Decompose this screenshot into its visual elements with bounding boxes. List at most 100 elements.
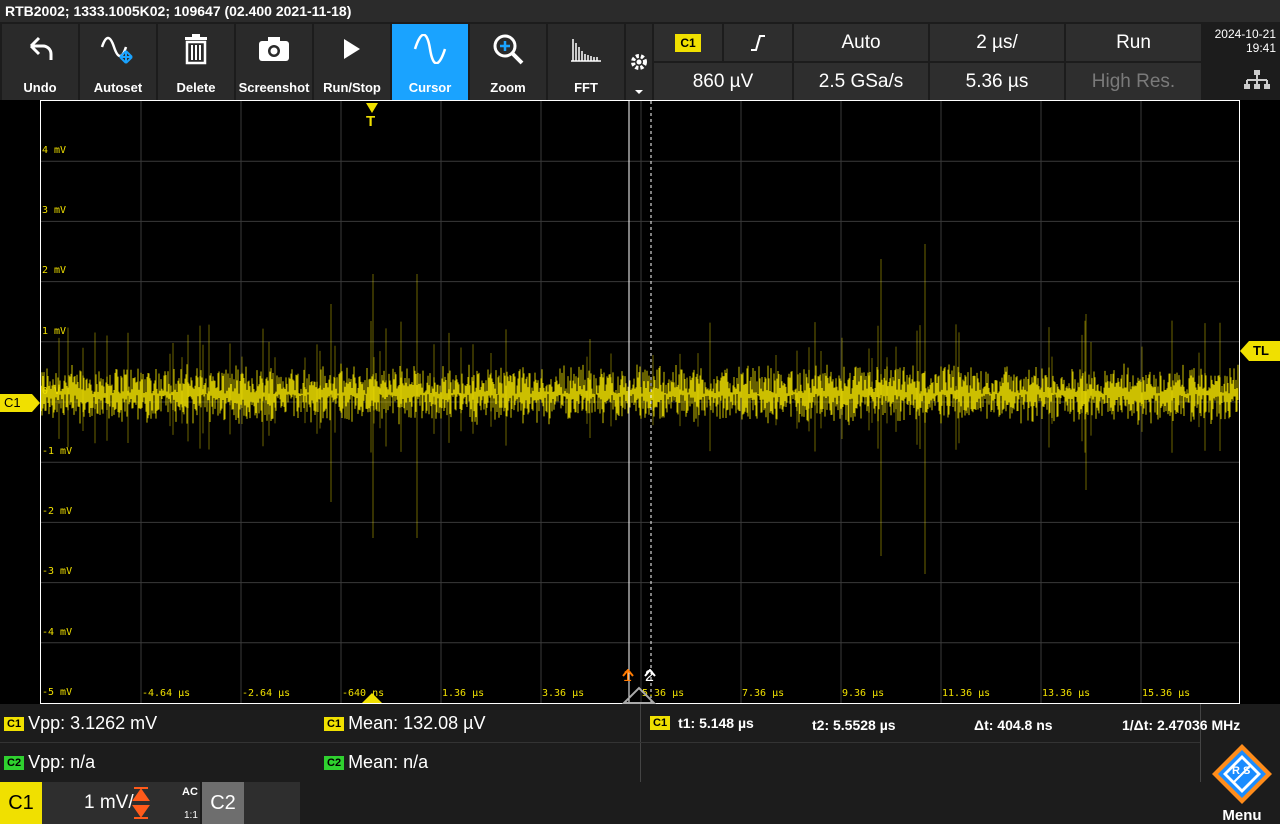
autoset-button[interactable]: Autoset [80, 24, 156, 100]
datetime-box: 2024-10-21 19:41 [1203, 24, 1280, 100]
c1-mean-text: Mean: 132.08 µV [348, 713, 486, 733]
network-icon [1244, 70, 1270, 89]
screenshot-button[interactable]: Screenshot [236, 24, 312, 100]
channel-c2-button[interactable]: C2 [202, 782, 244, 824]
x-axis-label: -2.64 µs [242, 688, 291, 699]
cursor-dt-readout[interactable]: Δt: 404.8 ns [974, 717, 1053, 733]
settings-button[interactable] [626, 24, 652, 100]
sample-rate-cell[interactable]: 2.5 GSa/s [794, 63, 928, 100]
rs-logo-text: R S [1232, 765, 1250, 777]
trigger-level-cell[interactable]: 860 µV [654, 63, 792, 100]
menu-button[interactable]: R S Menu [1204, 744, 1280, 824]
cursor-inv-dt-readout[interactable]: 1/Δt: 2.47036 MHz [1122, 717, 1240, 733]
c1-chip: C1 [324, 716, 345, 731]
camera-icon [236, 32, 312, 66]
fft-button[interactable]: FFT [548, 24, 624, 100]
waveform-svg [41, 101, 1239, 703]
run-stop-label: Run/Stop [323, 80, 381, 95]
time-text: 19:41 [1245, 41, 1276, 55]
delete-label: Delete [176, 80, 216, 95]
fft-icon [548, 32, 624, 66]
c1-vpp-measurement[interactable]: C1 Vpp: 3.1262 mV [4, 713, 157, 734]
screenshot-label: Screenshot [238, 80, 310, 95]
y-axis-label: 1 mV [42, 325, 67, 337]
y-axis-label: -2 mV [42, 506, 73, 518]
y-axis-label: 2 mV [42, 265, 67, 277]
run-stop-button[interactable]: Run/Stop [314, 24, 390, 100]
trigger-level-label: TL [1253, 343, 1269, 358]
y-axis-label: -1 mV [42, 446, 73, 457]
autoset-label: Autoset [93, 80, 143, 95]
window-title: RTB2002; 1333.1005K02; 109647 (02.400 20… [0, 0, 1280, 22]
x-axis-label: 15.36 µs [1142, 688, 1191, 699]
acquisition-state-cell[interactable]: Run [1066, 24, 1201, 61]
zoom-button[interactable]: Zoom [470, 24, 546, 100]
timebase-scale-cell[interactable]: 2 µs/ [930, 24, 1064, 61]
c1-marker-label: C1 [4, 395, 21, 410]
c2-mean-measurement[interactable]: C2 Mean: n/a [324, 752, 428, 773]
y-axis-label: 3 mV [42, 205, 67, 217]
measurement-panel: C1 Vpp: 3.1262 mV C1 Mean: 132.08 µV C2 … [0, 704, 1280, 782]
scale-updown-icon [132, 787, 150, 819]
trigger-position-label: T [366, 113, 376, 130]
cursor2-label: 2 [645, 668, 654, 685]
y-axis-label: -4 mV [42, 626, 73, 638]
delete-button[interactable]: Delete [158, 24, 234, 100]
c1-mean-measurement[interactable]: C1 Mean: 132.08 µV [324, 713, 486, 734]
trigger-source-cell[interactable]: C1 [654, 24, 722, 61]
c2-scale-control[interactable] [244, 782, 300, 824]
center-position-icon [622, 686, 656, 704]
undo-button[interactable]: Undo [2, 24, 78, 100]
trigger-mode-cell[interactable]: Auto [794, 24, 928, 61]
acquisition-mode-cell[interactable]: High Res. [1066, 63, 1201, 100]
c1-vpp-text: Vpp: 3.1262 mV [28, 713, 158, 733]
cursor1-label: 1 [623, 668, 632, 685]
c2-chip: C2 [324, 755, 345, 770]
trigger-source-badge: C1 [675, 33, 701, 52]
c1-chip: C1 [4, 716, 25, 731]
c1-coupling-text: AC [182, 786, 198, 798]
zoom-label: Zoom [490, 80, 526, 95]
cursor-t1-readout[interactable]: C1 t1: 5.148 µs [650, 715, 754, 731]
c1-scale-control[interactable]: 1 mV/ AC 1:1 [42, 782, 200, 824]
y-axis-label: 4 mV [42, 145, 67, 156]
zoom-icon [470, 32, 546, 66]
cursor-source-chip: C1 [650, 716, 671, 730]
c2-chip: C2 [4, 755, 25, 770]
rs-logo-icon: R S [1212, 744, 1272, 804]
c2-vpp-measurement[interactable]: C2 Vpp: n/a [4, 752, 95, 773]
trigger-position-marker[interactable]: T [364, 101, 380, 131]
undo-icon [2, 32, 78, 66]
x-axis-label: 9.36 µs [842, 688, 885, 699]
waveform-display[interactable] [40, 100, 1240, 704]
x-axis-label: 3.36 µs [542, 688, 585, 699]
cursor-t1-text: t1: 5.148 µs [678, 715, 754, 731]
c1-offset-marker[interactable]: C1 [0, 394, 40, 412]
trigger-edge-cell[interactable] [724, 24, 792, 61]
channel-c1-button[interactable]: C1 [0, 782, 42, 824]
channel-bar: C1 1 mV/ AC 1:1 C2 R S Menu [0, 744, 1280, 824]
x-axis-label: 1.36 µs [442, 688, 485, 699]
x-axis-label: -4.64 µs [142, 688, 191, 699]
gear-icon [631, 54, 647, 94]
x-axis-label: 11.36 µs [942, 688, 991, 699]
cursor-t2-readout[interactable]: t2: 5.5528 µs [812, 717, 896, 733]
cursor1-handle[interactable]: 1 [622, 664, 634, 686]
rising-edge-icon [751, 34, 765, 51]
timebase-position-cell[interactable]: 5.36 µs [930, 63, 1064, 100]
c1-trace-band [41, 363, 1239, 426]
undo-label: Undo [23, 80, 57, 95]
date-text: 2024-10-21 [1214, 27, 1276, 41]
trash-icon [158, 32, 234, 66]
cursor-button[interactable]: Cursor [392, 24, 468, 100]
fft-label: FFT [574, 80, 598, 95]
c2-mean-text: Mean: n/a [348, 752, 429, 772]
cursor2-handle[interactable]: 2 [644, 664, 656, 686]
trigger-level-marker[interactable]: TL [1240, 341, 1280, 361]
x-axis-label: 7.36 µs [742, 688, 785, 699]
trigger-bottom-arrow-icon [362, 693, 382, 703]
play-icon [314, 32, 390, 66]
cursor-label: Cursor [408, 80, 452, 95]
y-axis-label: 0 V [42, 385, 61, 397]
cursor-wave-icon [392, 32, 468, 66]
